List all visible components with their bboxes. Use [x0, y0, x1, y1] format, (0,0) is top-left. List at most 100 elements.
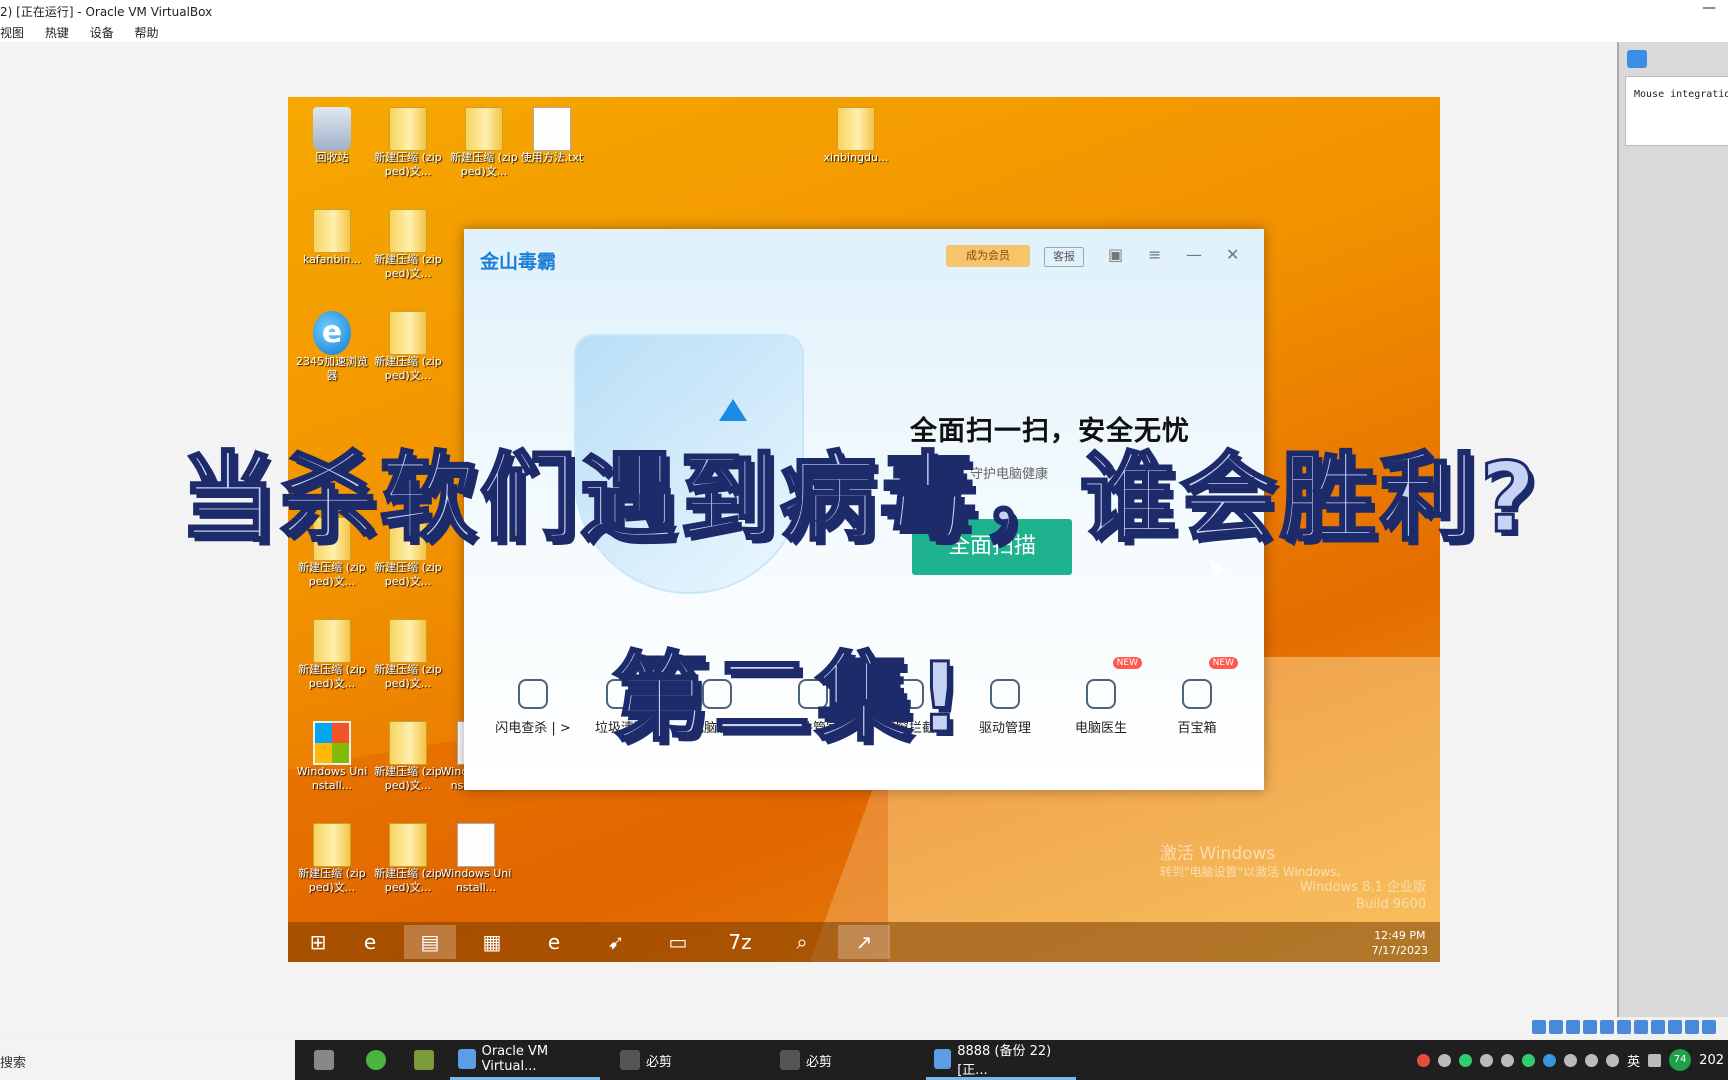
7zip-taskbar-icon[interactable]: 7z	[714, 925, 766, 959]
tool-pc-doctor[interactable]: 电脑医生 NEW	[1056, 657, 1146, 736]
box-icon	[414, 1050, 434, 1070]
duba-taskbar-icon[interactable]: ↗	[838, 925, 890, 959]
overlay-subtitle: 第二集!	[611, 641, 968, 756]
browser-taskbar-icon[interactable]: e	[528, 925, 580, 959]
folder-icon	[313, 619, 351, 663]
desktop-icon-windows-uninstall[interactable]: Windows Uninstall...	[296, 721, 368, 793]
tray-icon[interactable]	[1417, 1053, 1431, 1067]
store-taskbar-icon[interactable]: ▦	[466, 925, 518, 959]
ime-indicator[interactable]: 英	[1627, 1051, 1640, 1070]
ie-taskbar-icon[interactable]: e	[344, 925, 396, 959]
menu-help[interactable]: 帮助	[135, 22, 159, 41]
task-view-icon[interactable]	[306, 1040, 342, 1080]
tool-flash-scan[interactable]: 闪电查杀 | >	[488, 679, 578, 736]
bilibili-icon	[620, 1050, 640, 1070]
desktop-icon-txt[interactable]: 使用方法.txt	[516, 107, 588, 165]
status-icon[interactable]	[1685, 1020, 1699, 1034]
duba-logo: 金山毒霸	[480, 251, 557, 273]
app-green-icon[interactable]	[358, 1040, 394, 1080]
vm-icon	[934, 1048, 952, 1069]
minimize-icon[interactable]: —	[1702, 0, 1716, 16]
desktop-icon-zip[interactable]: 新建压缩 (zipped)文...	[372, 311, 444, 383]
desktop-icon-browser[interactable]: e 2345加速浏览器	[296, 311, 368, 383]
new-badge: NEW	[1208, 657, 1238, 669]
taskbar-bijian[interactable]: 必剪	[772, 1040, 912, 1080]
app-green-icon	[366, 1050, 386, 1070]
browser-icon: e	[313, 311, 351, 355]
vip-button[interactable]: 成为会员	[946, 245, 1030, 267]
tray-icon[interactable]	[1543, 1053, 1557, 1067]
tray-icon[interactable]	[1459, 1053, 1473, 1067]
start-button-icon[interactable]: ⊞	[292, 925, 344, 959]
virtualbox-icon	[458, 1048, 476, 1069]
desktop-icon-zip[interactable]: 新建压缩 (zipped)文...	[372, 209, 444, 281]
desktop-icon-zip[interactable]: 新建压缩 (zipped)文...	[372, 107, 444, 179]
desktop-icon-recycle-bin[interactable]: 回收站	[296, 107, 368, 165]
battery-icon[interactable]	[1585, 1053, 1599, 1067]
folder-icon	[389, 209, 427, 253]
vm-clock[interactable]: 12:49 PM 7/17/2023	[1372, 928, 1428, 958]
text-file-icon	[533, 107, 571, 151]
taskbar-virtualbox[interactable]: Oracle VM Virtual...	[450, 1040, 600, 1080]
tray-icon[interactable]	[1438, 1053, 1452, 1067]
desktop-icon-zip[interactable]: 新建压缩 (zipped)文...	[372, 823, 444, 895]
edition-label: Windows 8.1 企业版	[1300, 880, 1426, 895]
menu-icon[interactable]: ≡	[1148, 245, 1161, 264]
stethoscope-icon	[1086, 679, 1116, 709]
menu-view[interactable]: 视图	[0, 22, 24, 41]
status-icon[interactable]	[1549, 1020, 1563, 1034]
vbox-side-panel: Mouse integratio	[1617, 42, 1728, 1017]
document-taskbar-icon[interactable]: ▭	[652, 925, 704, 959]
report-button[interactable]: 客报	[1044, 247, 1084, 267]
desktop-icon-folder[interactable]: kafanbin...	[296, 209, 368, 267]
desktop-icon-zip[interactable]: 新建压缩 (zipped)文...	[372, 721, 444, 793]
windows-logo-icon	[313, 721, 351, 765]
minimize-icon[interactable]: —	[1186, 245, 1202, 264]
status-icon[interactable]	[1668, 1020, 1682, 1034]
ai-icon[interactable]: ▣	[1108, 245, 1123, 264]
desktop-icon-zip[interactable]: 新建压缩 (zipped)文...	[372, 619, 444, 691]
activation-watermark: 激活 Windows	[1160, 844, 1276, 864]
status-icon[interactable]	[1634, 1020, 1648, 1034]
status-icon[interactable]	[1566, 1020, 1580, 1034]
taskbar-search[interactable]: 搜索	[0, 1040, 295, 1080]
desktop-icon-zip[interactable]: 新建压缩 (zipped)文...	[296, 823, 368, 895]
host-titlebar: 2) [正在运行] - Oracle VM VirtualBox —	[0, 0, 1728, 22]
box-icon[interactable]	[406, 1040, 442, 1080]
cpu-badge[interactable]: 74	[1669, 1049, 1692, 1071]
status-icon[interactable]	[1532, 1020, 1546, 1034]
status-icon[interactable]	[1651, 1020, 1665, 1034]
vm-taskbar: ⊞ e ▤ ▦ e ➹ ▭ 7z ⌕ ↗ 12:49 PM 7/17/2023	[288, 922, 1440, 962]
taskbar-vm[interactable]: 8888 (备份 22) [正...	[926, 1040, 1076, 1080]
explorer-taskbar-icon[interactable]: ▤	[404, 925, 456, 959]
tray-icon[interactable]	[1480, 1053, 1494, 1067]
tray-icon[interactable]	[1522, 1053, 1536, 1067]
desktop-icon-windows-uninstall[interactable]: Windows Uninstall...	[440, 823, 512, 895]
search-taskbar-icon[interactable]: ⌕	[776, 925, 828, 959]
taskbar-bijian[interactable]: 必剪	[612, 1040, 752, 1080]
desktop-icon-zip[interactable]: 新建压缩 (zipped)文...	[296, 619, 368, 691]
status-icon[interactable]	[1617, 1020, 1631, 1034]
tool-toolbox[interactable]: 百宝箱 NEW	[1152, 657, 1242, 736]
media-taskbar-icon[interactable]: ➹	[590, 925, 642, 959]
volume-icon[interactable]	[1606, 1053, 1620, 1067]
keyboard-icon[interactable]	[1648, 1053, 1662, 1067]
status-icon[interactable]	[1583, 1020, 1597, 1034]
new-badge: NEW	[1112, 657, 1142, 669]
overlay-title: 当杀软们遇到病毒，谁会胜利?	[179, 441, 1540, 556]
menu-devices[interactable]: 设备	[90, 22, 114, 41]
clock-year[interactable]: 202	[1699, 1053, 1724, 1068]
clock-date: 7/17/2023	[1371, 944, 1428, 957]
menu-hotkey[interactable]: 热键	[45, 22, 69, 41]
tool-driver-manager[interactable]: 驱动管理	[960, 679, 1050, 736]
wifi-icon[interactable]	[1564, 1053, 1578, 1067]
vbox-status-icons	[1532, 1020, 1728, 1040]
tray-icon[interactable]	[1501, 1053, 1515, 1067]
desktop-icon-folder[interactable]: xinbingdu...	[820, 107, 892, 165]
desktop-icon-zip[interactable]: 新建压缩 (zipped)文...	[448, 107, 520, 179]
build-label: Build 9600	[1356, 897, 1426, 912]
close-icon[interactable]: ✕	[1226, 245, 1239, 264]
notification-icon[interactable]	[1627, 50, 1647, 68]
status-icon[interactable]	[1600, 1020, 1614, 1034]
status-icon[interactable]	[1702, 1020, 1716, 1034]
